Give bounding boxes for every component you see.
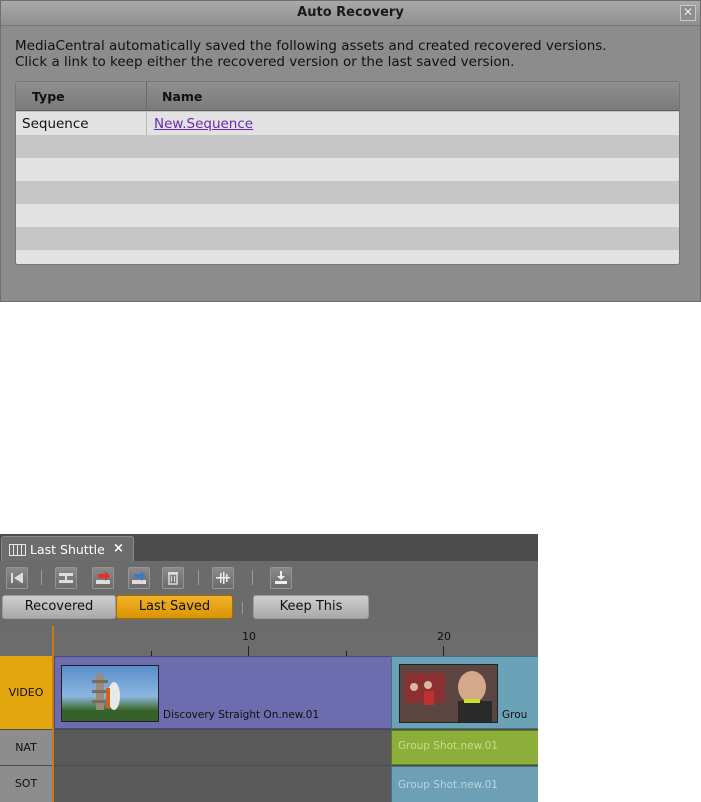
clip-label: Group Shot.new.01 — [398, 740, 498, 752]
toolbar-separator — [252, 570, 253, 585]
tick-label-10: 10 — [242, 630, 256, 643]
audio-waveform-icon[interactable] — [212, 567, 234, 589]
track-sot: Group Shot.new.01 — [54, 766, 538, 802]
overwrite-blue-icon[interactable] — [128, 567, 150, 589]
toolbar-separator — [41, 570, 42, 585]
dialog-message-line-2: Click a link to keep either the recovere… — [15, 54, 515, 70]
overwrite-right-icon[interactable] — [92, 567, 114, 589]
track-header-video[interactable]: VIDEO — [0, 656, 53, 730]
clip-thumbnail-shuttle — [61, 665, 159, 722]
dialog-title: Auto Recovery — [297, 5, 404, 20]
clip-discovery[interactable]: Discovery Straight On.new.01 — [54, 656, 392, 729]
download-icon[interactable] — [270, 567, 292, 589]
table-row[interactable]: Sequence New.Sequence — [16, 112, 679, 135]
track-header-sot[interactable]: SOT — [0, 766, 53, 802]
tab-last-shuttle[interactable]: Last Shuttle × — [1, 536, 134, 562]
table-row-empty — [16, 204, 679, 227]
column-header-type[interactable]: Type — [32, 89, 65, 104]
clip-label: Discovery Straight On.new.01 — [163, 709, 320, 721]
table-row-empty — [16, 181, 679, 204]
cell-type: Sequence — [22, 116, 89, 132]
clip-label: Grou — [502, 709, 528, 721]
close-icon[interactable]: ✕ — [680, 5, 696, 21]
asset-name-link[interactable]: New.Sequence — [154, 116, 253, 132]
tab-label: Last Shuttle — [30, 542, 105, 557]
table-row-empty — [16, 250, 679, 264]
version-button-row: Recovered Last Saved Keep This — [0, 595, 538, 621]
track-video: Discovery Straight On.new.01 Grou — [54, 656, 538, 730]
recovered-assets-table: Type Name Sequence New.Sequence — [15, 81, 680, 265]
ruler-corner — [0, 626, 53, 657]
table-row-empty — [16, 158, 679, 181]
column-divider — [146, 82, 147, 110]
keep-this-button[interactable]: Keep This — [253, 595, 369, 619]
clip-group-shot-sot[interactable]: Group Shot.new.01 — [391, 766, 538, 802]
dialog-message: MediaCentral automatically saved the fol… — [15, 38, 685, 70]
go-to-start-icon[interactable] — [6, 567, 28, 589]
splice-icon[interactable] — [55, 567, 77, 589]
timeline-toolbar — [0, 561, 538, 595]
ruler-tick — [443, 646, 444, 656]
table-row-empty — [16, 227, 679, 250]
delete-icon[interactable] — [162, 567, 184, 589]
track-nat: Group Shot.new.01 — [54, 730, 538, 766]
clip-group-shot-nat[interactable]: Group Shot.new.01 — [391, 730, 538, 765]
dialog-titlebar: Auto Recovery ✕ — [1, 1, 700, 26]
clip-thumbnail-group — [399, 664, 498, 723]
dialog-message-line-1: MediaCentral automatically saved the fol… — [15, 38, 607, 54]
last-saved-button[interactable]: Last Saved — [116, 595, 233, 619]
tab-strip: Last Shuttle × — [0, 534, 538, 562]
ruler-tick — [248, 646, 249, 656]
timecode-ruler[interactable]: 10 20 — [54, 626, 538, 657]
track-header-nat[interactable]: NAT — [0, 730, 53, 766]
filmstrip-icon — [9, 544, 26, 556]
button-separator — [242, 602, 243, 614]
column-header-name[interactable]: Name — [162, 89, 202, 104]
recovered-button[interactable]: Recovered — [2, 595, 116, 619]
toolbar-separator — [198, 570, 199, 585]
tick-label-20: 20 — [437, 630, 451, 643]
clip-label: Group Shot.new.01 — [398, 779, 498, 791]
timeline-panel: Last Shuttle × Recovered Last Saved Keep… — [0, 534, 538, 802]
tab-close-icon[interactable]: × — [113, 541, 124, 556]
playhead[interactable] — [52, 626, 54, 802]
auto-recovery-dialog: Auto Recovery ✕ MediaCentral automatical… — [0, 0, 701, 302]
clip-group-shot[interactable]: Grou — [391, 656, 538, 729]
table-row-empty — [16, 135, 679, 158]
table-header: Type Name — [16, 82, 679, 111]
row-divider — [146, 112, 147, 135]
